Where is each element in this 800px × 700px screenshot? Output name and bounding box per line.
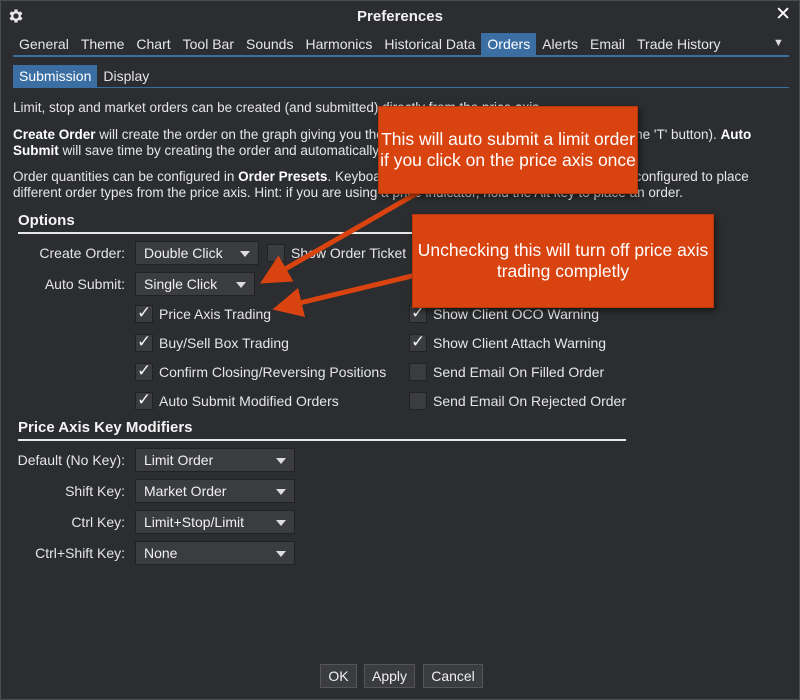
callout-auto-submit-text: This will auto submit a limit order if y… [380,129,636,170]
callout-price-axis-trading: Unchecking this will turn off price axis… [412,214,714,308]
callout-arrow-auto-submit [259,181,435,284]
callout-auto-submit: This will auto submit a limit order if y… [378,106,638,194]
callout-price-axis-text: Unchecking this will turn off price axis… [417,240,709,281]
preferences-window: Preferences ✕ General Theme Chart Tool B… [0,0,800,700]
